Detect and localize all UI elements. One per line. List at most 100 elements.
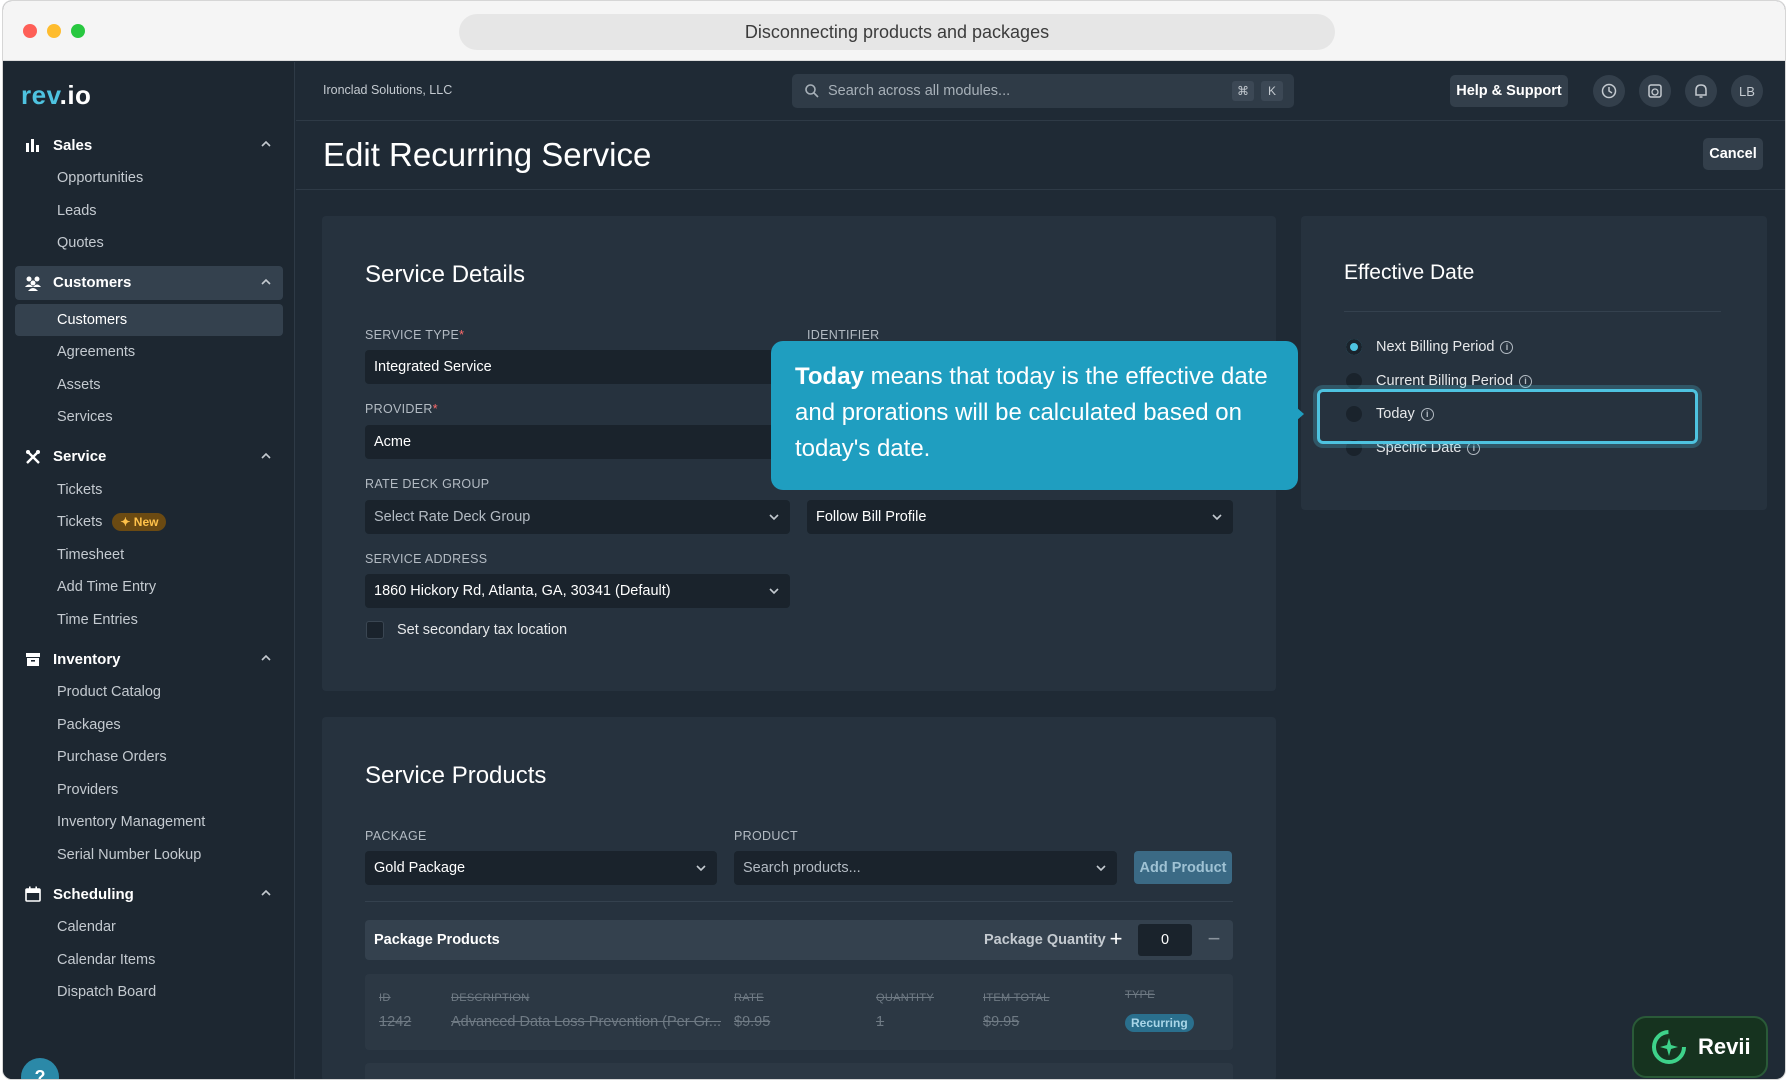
required-mark: *	[432, 402, 438, 416]
info-icon[interactable]: i	[1519, 374, 1533, 388]
radio-label: Next Billing Period	[1376, 339, 1495, 355]
cell-item-total: $9.95	[983, 1014, 1020, 1030]
radio-button-selected[interactable]	[1346, 339, 1362, 355]
service-address-select[interactable]: 1860 Hickory Rd, Atlanta, GA, 30341 (Def…	[365, 574, 790, 608]
sparkle-icon	[1652, 1030, 1686, 1064]
company-name: Ironclad Solutions, LLC	[323, 83, 453, 97]
sidebar-item-inventory-management[interactable]: Inventory Management	[15, 806, 283, 839]
global-search-input[interactable]: Search across all modules... ⌘ K	[792, 74, 1294, 108]
walkthrough-tooltip: Today means that today is the effective …	[771, 341, 1298, 490]
history-icon[interactable]	[1593, 75, 1625, 107]
sidebar-section-sales[interactable]: Sales	[15, 128, 283, 162]
bell-icon[interactable]	[1685, 75, 1717, 107]
chevron-up-icon[interactable]	[259, 651, 273, 665]
sidebar-item-agreements[interactable]: Agreements	[15, 336, 283, 369]
package-products-header: Package Products Package Quantity + 0 −	[365, 920, 1233, 960]
service-products-title: Service Products	[365, 762, 547, 789]
package-quantity-input[interactable]: 0	[1138, 924, 1192, 956]
sidebar-item-packages[interactable]: Packages	[15, 709, 283, 742]
secondary-tax-checkbox[interactable]	[366, 621, 384, 639]
chevron-up-icon[interactable]	[259, 886, 273, 900]
quantity-increment-button[interactable]: +	[1106, 928, 1126, 950]
cancel-button[interactable]: Cancel	[1703, 138, 1763, 170]
identifier-label: IDENTIFIER	[807, 328, 880, 342]
service-type-field[interactable]: Integrated Service	[365, 350, 790, 384]
sidebar-item-calendar-items[interactable]: Calendar Items	[15, 944, 283, 977]
sidebar-item-tickets-new[interactable]: Tickets ✦ New	[15, 506, 283, 539]
product-placeholder: Search products...	[743, 860, 861, 876]
search-icon	[805, 84, 819, 98]
sidebar-item-services[interactable]: Services	[15, 401, 283, 434]
sidebar-item-quotes[interactable]: Quotes	[15, 227, 283, 260]
rate-deck-group-select[interactable]: Select Rate Deck Group	[365, 500, 790, 534]
secondary-tax-label: Set secondary tax location	[397, 622, 568, 638]
logo-text: rev	[21, 80, 60, 110]
add-product-button[interactable]: Add Product	[1134, 851, 1232, 884]
tools-icon	[23, 447, 43, 467]
page-header: Edit Recurring Service Cancel	[296, 122, 1785, 190]
sidebar-item-time-entries[interactable]: Time Entries	[15, 604, 283, 637]
quantity-decrement-button[interactable]: −	[1204, 928, 1224, 950]
revii-assistant-button[interactable]: Revii	[1632, 1016, 1768, 1078]
col-header-item-total: ITEM TOTAL	[983, 992, 1050, 1004]
cell-id: 1242	[379, 1014, 412, 1030]
package-label: PACKAGE	[365, 829, 427, 843]
timer-icon[interactable]	[1639, 75, 1671, 107]
sidebar-item-opportunities[interactable]: Opportunities	[15, 162, 283, 195]
sidebar-item-dispatch-board[interactable]: Dispatch Board	[15, 976, 283, 1009]
product-label: PRODUCT	[734, 829, 798, 843]
sidebar-item-customers[interactable]: Customers	[15, 303, 283, 336]
product-search-select[interactable]: Search products...	[734, 851, 1117, 885]
new-badge: ✦ New	[112, 513, 167, 532]
sidebar-nav: Sales Opportunities Leads Quotes Custome…	[3, 128, 295, 1009]
col-header-description: DESCRIPTION	[451, 992, 530, 1004]
radio-label: Current Billing Period	[1376, 373, 1514, 389]
kbd-k: K	[1261, 81, 1283, 101]
package-products-title: Package Products	[374, 932, 500, 948]
logo[interactable]: rev.io	[21, 80, 91, 111]
col-header-quantity: QUANTITY	[876, 992, 935, 1004]
bill-profile-select[interactable]: Follow Bill Profile	[807, 500, 1233, 534]
chevron-down-icon	[769, 588, 779, 595]
sidebar-item-timesheet[interactable]: Timesheet	[15, 539, 283, 572]
sidebar-section-customers[interactable]: Customers	[15, 265, 283, 300]
package-select[interactable]: Gold Package	[365, 851, 717, 885]
sidebar-item-product-catalog[interactable]: Product Catalog	[15, 676, 283, 709]
sidebar-item-assets[interactable]: Assets	[15, 369, 283, 402]
chevron-down-icon	[1096, 865, 1106, 872]
close-window-button[interactable]	[23, 24, 37, 38]
sidebar-section-inventory[interactable]: Inventory	[15, 642, 283, 676]
sidebar-item-leads[interactable]: Leads	[15, 195, 283, 228]
sidebar-item-serial-number-lookup[interactable]: Serial Number Lookup	[15, 839, 283, 872]
chevron-up-icon[interactable]	[259, 137, 273, 151]
box-icon	[23, 649, 43, 669]
info-icon[interactable]: i	[1500, 340, 1514, 354]
sidebar-item-tickets[interactable]: Tickets	[15, 474, 283, 507]
chevron-down-icon	[769, 514, 779, 521]
help-support-button[interactable]: Help & Support	[1450, 75, 1568, 107]
maximize-window-button[interactable]	[71, 24, 85, 38]
sidebar-item-add-time-entry[interactable]: Add Time Entry	[15, 571, 283, 604]
chevron-down-icon	[696, 865, 706, 872]
help-fab-button[interactable]: ?	[21, 1058, 59, 1079]
radio-button[interactable]	[1346, 373, 1362, 389]
chevron-up-icon[interactable]	[259, 449, 273, 463]
required-mark: *	[459, 328, 465, 342]
sidebar-item-providers[interactable]: Providers	[15, 774, 283, 807]
minimize-window-button[interactable]	[47, 24, 61, 38]
revii-label: Revii	[1698, 1034, 1751, 1059]
sidebar-item-calendar[interactable]: Calendar	[15, 911, 283, 944]
sidebar-section-scheduling[interactable]: Scheduling	[15, 877, 283, 911]
radio-next-billing-period[interactable]: Next Billing Period i	[1346, 339, 1514, 355]
chevron-up-icon[interactable]	[259, 275, 273, 289]
sidebar-item-purchase-orders[interactable]: Purchase Orders	[15, 741, 283, 774]
window-title: Disconnecting products and packages	[459, 14, 1335, 50]
radio-current-billing-period[interactable]: Current Billing Period i	[1346, 373, 1533, 389]
chevron-down-icon	[1212, 514, 1222, 521]
app-window: Disconnecting products and packages rev.…	[2, 0, 1786, 1080]
provider-field[interactable]: Acme	[365, 425, 790, 459]
service-type-label-text: SERVICE TYPE	[365, 328, 460, 342]
user-avatar[interactable]: LB	[1731, 75, 1763, 107]
logo-suffix: .io	[59, 80, 92, 110]
sidebar-section-service[interactable]: Service	[15, 440, 283, 474]
